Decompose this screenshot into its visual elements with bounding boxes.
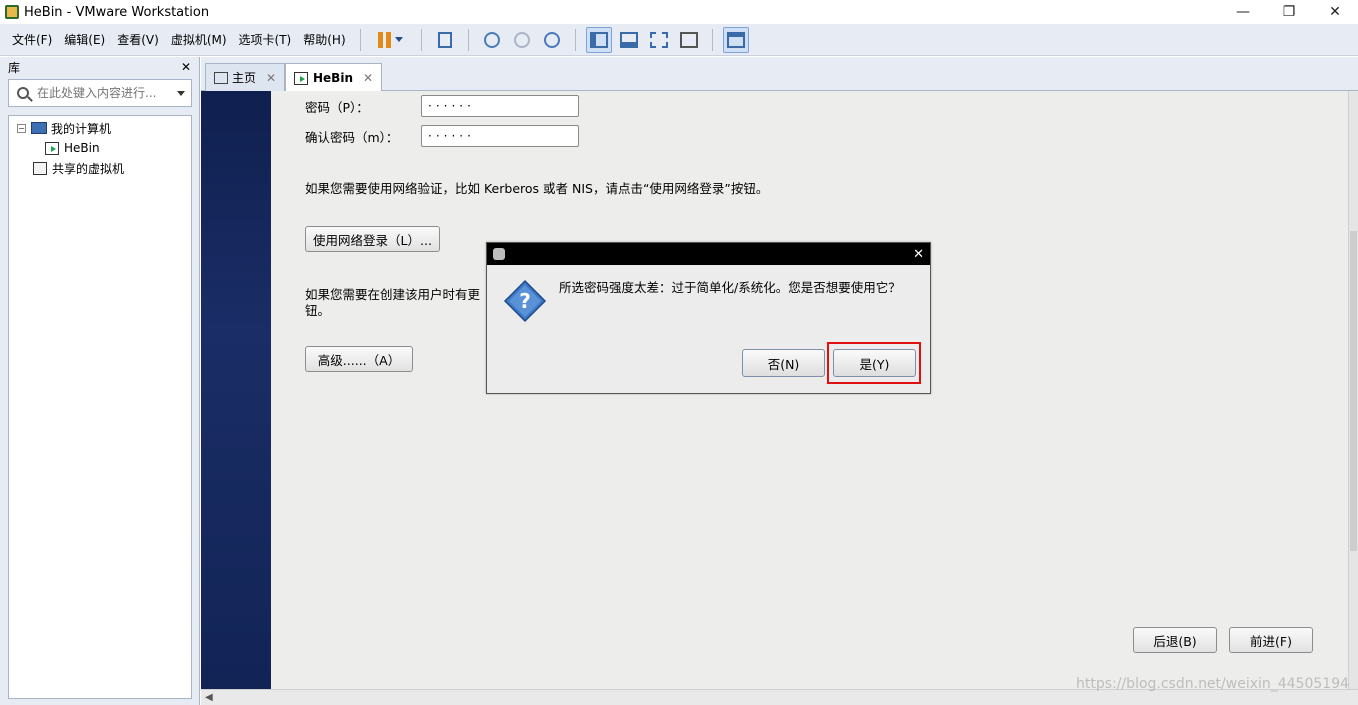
chevron-down-icon bbox=[395, 37, 404, 42]
send-ctrl-alt-del-button[interactable] bbox=[432, 27, 458, 53]
back-button[interactable]: 后退(B) bbox=[1133, 627, 1217, 653]
pause-icon bbox=[378, 31, 392, 48]
menu-vm[interactable]: 虚拟机(M) bbox=[165, 29, 233, 51]
library-header: 库 ✕ bbox=[0, 57, 199, 77]
confirm-password-label: 确认密码（m）： bbox=[305, 130, 399, 145]
dialog-close-button[interactable]: ✕ bbox=[913, 247, 924, 262]
forward-button[interactable]: 前进(F) bbox=[1229, 627, 1313, 653]
tab-home[interactable]: 主页 ✕ bbox=[205, 63, 286, 91]
tree-item-my-computer[interactable]: − 我的计算机 bbox=[9, 118, 191, 138]
network-login-button[interactable]: 使用网络登录（L）... bbox=[305, 226, 440, 252]
dialog-titlebar: ✕ bbox=[487, 243, 930, 265]
window-controls: — ❐ ✕ bbox=[1220, 0, 1358, 24]
search-input[interactable] bbox=[37, 86, 167, 100]
library-view-icon bbox=[589, 31, 608, 48]
network-auth-text: 如果您需要使用网络验证，比如 Kerberos 或者 NIS，请点击“使用网络登… bbox=[305, 181, 769, 196]
suspend-button[interactable] bbox=[371, 27, 411, 53]
unity-button[interactable] bbox=[676, 27, 702, 53]
tab-label: 主页 bbox=[232, 71, 257, 85]
question-icon: ? bbox=[503, 279, 547, 323]
password-label: 密码（P）： bbox=[305, 100, 369, 115]
snapshot-icon bbox=[483, 31, 500, 48]
vertical-scrollbar[interactable] bbox=[1348, 91, 1358, 689]
svg-text:?: ? bbox=[519, 289, 531, 313]
keyboard-icon bbox=[437, 31, 452, 48]
full-screen-button[interactable] bbox=[646, 27, 672, 53]
library-panel: 库 ✕ − 我的计算机 HeBin 共享的虚拟机 bbox=[0, 57, 200, 705]
library-tree: − 我的计算机 HeBin 共享的虚拟机 bbox=[8, 115, 192, 699]
advanced-text-line1: 如果您需要在创建该用户时有更 bbox=[305, 287, 481, 302]
tab-label: HeBin bbox=[313, 71, 353, 85]
chevron-down-icon[interactable] bbox=[177, 91, 185, 96]
toolbar-separator bbox=[420, 28, 422, 51]
dialog-app-icon bbox=[493, 248, 505, 260]
shared-vm-icon bbox=[33, 161, 47, 175]
watermark: https://blog.csdn.net/weixin_44505194 bbox=[1076, 676, 1350, 692]
vm-running-icon bbox=[45, 141, 59, 155]
tree-label: 共享的虚拟机 bbox=[52, 161, 125, 176]
tab-strip: 主页 ✕ HeBin ✕ bbox=[201, 57, 1358, 92]
close-library-button[interactable]: ✕ bbox=[181, 60, 191, 74]
menu-edit[interactable]: 编辑(E) bbox=[58, 29, 111, 51]
toolbar-separator bbox=[359, 28, 361, 51]
tree-label: 我的计算机 bbox=[51, 121, 112, 136]
snapshot-button[interactable] bbox=[479, 27, 505, 53]
vm-running-icon bbox=[294, 71, 308, 85]
tree-label: HeBin bbox=[64, 141, 100, 155]
tree-item-shared-vms[interactable]: 共享的虚拟机 bbox=[9, 158, 191, 178]
console-icon bbox=[726, 31, 745, 48]
title-bar: HeBin - VMware Workstation — ❐ ✕ bbox=[0, 0, 1358, 24]
thumbnail-icon bbox=[619, 31, 638, 48]
tab-hebin[interactable]: HeBin ✕ bbox=[285, 63, 383, 92]
minimize-button[interactable]: — bbox=[1220, 0, 1266, 24]
library-title: 库 bbox=[8, 60, 21, 75]
snapshot-manager-button[interactable] bbox=[539, 27, 565, 53]
fullscreen-icon bbox=[649, 31, 668, 48]
no-button[interactable]: 否(N) bbox=[742, 349, 825, 377]
search-icon bbox=[17, 87, 29, 99]
revert-snapshot-button[interactable] bbox=[509, 27, 535, 53]
scrollbar-thumb[interactable] bbox=[1350, 231, 1357, 551]
menu-tabs[interactable]: 选项卡(T) bbox=[233, 29, 298, 51]
unity-icon bbox=[679, 31, 698, 48]
home-icon bbox=[214, 71, 228, 84]
menu-file[interactable]: 文件(F) bbox=[6, 29, 58, 51]
toolbar-separator bbox=[711, 28, 713, 51]
menu-view[interactable]: 查看(V) bbox=[111, 29, 165, 51]
console-view-button[interactable] bbox=[722, 26, 749, 53]
scroll-left-icon[interactable]: ◀ bbox=[205, 692, 213, 703]
yes-button-highlight bbox=[827, 342, 921, 384]
collapse-icon[interactable]: − bbox=[17, 123, 26, 133]
computer-icon bbox=[31, 122, 47, 134]
restore-button[interactable]: ❐ bbox=[1266, 0, 1312, 24]
dialog-message: 所选密码强度太差：过于简单化/系统化。您是否想要使用它？ bbox=[559, 280, 901, 295]
installer-sidebar bbox=[201, 91, 271, 689]
vmware-logo-icon bbox=[5, 5, 19, 19]
library-search[interactable] bbox=[8, 79, 192, 107]
window-title: HeBin - VMware Workstation bbox=[24, 4, 210, 20]
toolbar-separator bbox=[574, 28, 576, 51]
advanced-button[interactable]: 高级......（A） bbox=[305, 346, 413, 372]
close-tab-icon[interactable]: ✕ bbox=[363, 71, 373, 85]
advanced-text-line2: 钮。 bbox=[305, 303, 331, 318]
thumbnail-bar-button[interactable] bbox=[616, 27, 642, 53]
tree-item-hebin[interactable]: HeBin bbox=[9, 138, 191, 158]
show-library-button[interactable] bbox=[585, 26, 612, 53]
menu-help[interactable]: 帮助(H) bbox=[297, 29, 351, 51]
close-tab-icon[interactable]: ✕ bbox=[266, 71, 276, 85]
snapshot-manager-icon bbox=[543, 31, 560, 48]
toolbar-separator bbox=[467, 28, 469, 51]
confirm-password-field[interactable]: ······ bbox=[421, 125, 579, 147]
menu-bar: 文件(F) 编辑(E) 查看(V) 虚拟机(M) 选项卡(T) 帮助(H) bbox=[0, 24, 1358, 56]
password-field[interactable]: ······ bbox=[421, 95, 579, 117]
close-window-button[interactable]: ✕ bbox=[1312, 0, 1358, 24]
revert-icon bbox=[513, 31, 530, 48]
